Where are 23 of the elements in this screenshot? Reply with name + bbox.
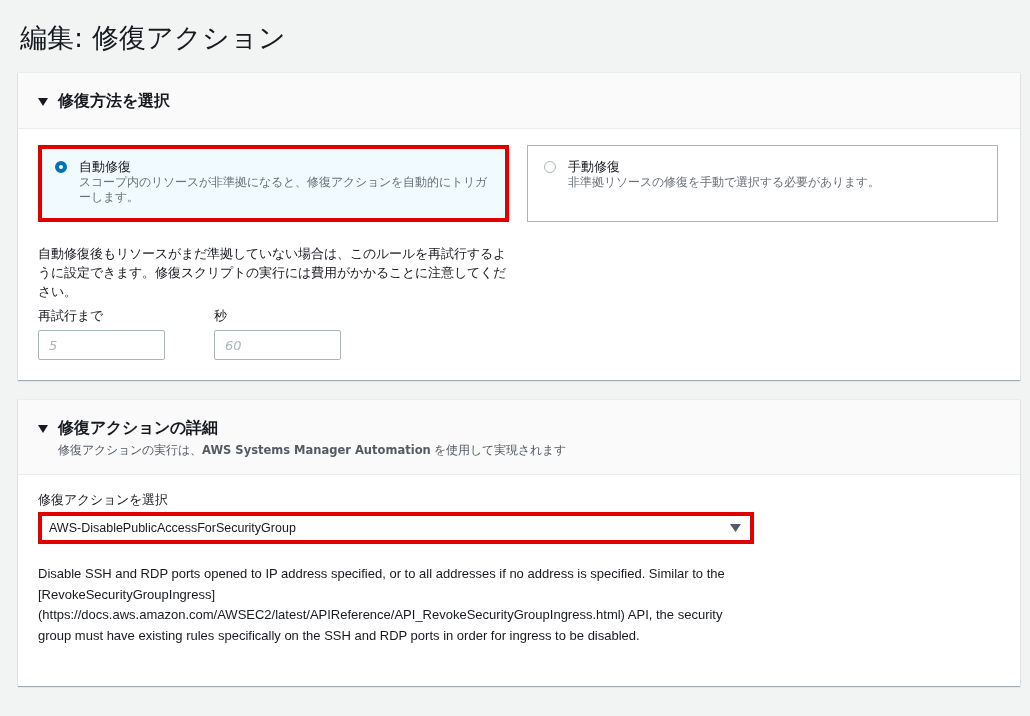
radio-button[interactable] — [544, 161, 556, 173]
caret-icon[interactable] — [38, 424, 48, 433]
retry-note: 自動修復後もリソースがまだ準拠していない場合は、このルールを再試行するように設定できます。修復スクリプトの実行には費用がかかることに注意してください。 — [38, 245, 507, 301]
select-field[interactable]: AWS-DisablePublicAccessForSecurityGroup — [38, 512, 754, 544]
radio-button[interactable] — [55, 161, 67, 173]
caret-icon[interactable] — [38, 97, 48, 106]
action-description: Disable SSH and RDP ports opened to IP address specified, or to all addresses if no address is specified. Similar to the [RevokeSecurityGroupIngress] (https://docs.aws.amazon.com/AWSEC2/latest/APIReference/API_RevokeSecurityGroupIngress.html) API, the security group must have existing rules specifically on the SSH and RDP ports in order for ingress to be disabled. — [38, 565, 726, 645]
caret-icon — [730, 524, 741, 532]
input-field[interactable]: 5 — [38, 330, 165, 360]
radio-tile[interactable]: 自動修復 スコープ内のリソースが非準拠になると、修復アクションを自動的にトリガーします。 — [38, 145, 509, 222]
panel-title: 修復アクションの詳細 — [58, 418, 218, 439]
field-label: 秒 — [214, 307, 228, 324]
select-label: 修復アクションを選択 — [38, 491, 169, 508]
panel-subtitle: 修復アクションの実行は、AWS Systems Manager Automation を使用して実現されます — [58, 443, 568, 458]
field-label: 再試行まで — [38, 307, 104, 324]
page-title: 編集: 修復アクション — [20, 21, 287, 55]
option-description: スコープ内のリソースが非準拠になると、修復アクションを自動的にトリガーします。 — [79, 175, 488, 205]
panel-title: 修復方法を選択 — [58, 91, 170, 112]
option-description: 非準拠リソースの修復を手動で選択する必要があります。 — [568, 175, 880, 190]
option-label: 自動修復 — [79, 158, 132, 175]
radio-tile[interactable]: 手動修復 非準拠リソースの修復を手動で選択する必要があります。 — [527, 145, 998, 222]
option-label: 手動修復 — [568, 158, 621, 175]
input-field[interactable]: 60 — [214, 330, 341, 360]
